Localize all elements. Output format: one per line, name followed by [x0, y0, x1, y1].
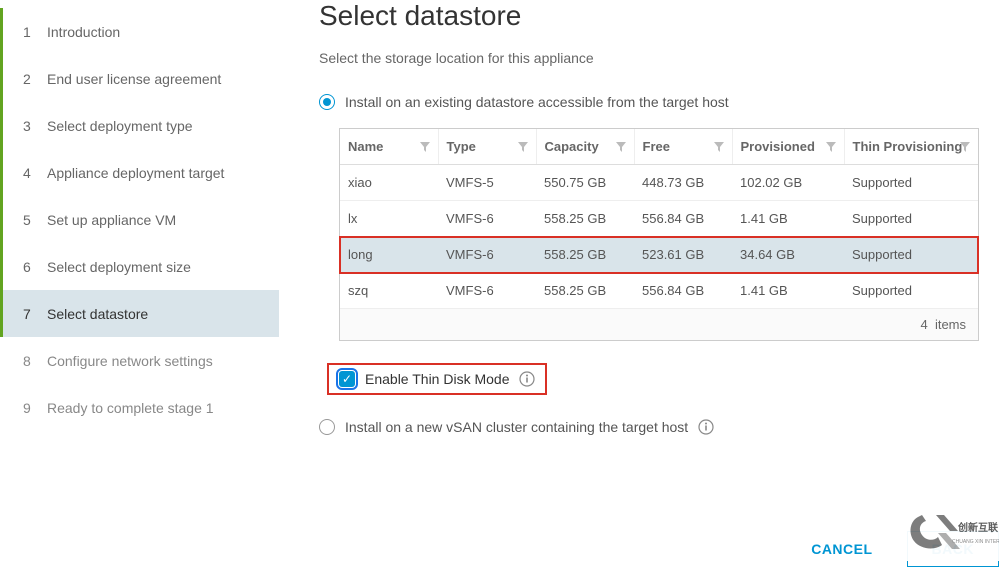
cell-thin: Supported	[844, 165, 978, 201]
col-name[interactable]: Name	[340, 129, 438, 165]
wizard-step-4[interactable]: 4 Appliance deployment target	[0, 149, 279, 196]
step-number: 6	[23, 259, 41, 275]
wizard-step-1[interactable]: 1 Introduction	[0, 8, 279, 55]
back-button[interactable]: BACK	[907, 531, 999, 567]
page-subtitle: Select the storage location for this app…	[319, 50, 999, 66]
cell-type: VMFS-5	[438, 165, 536, 201]
step-label: Select deployment type	[47, 118, 193, 134]
radio-unselected-icon[interactable]	[319, 419, 335, 435]
item-count: 4	[920, 317, 927, 332]
thin-disk-option[interactable]: ✓ Enable Thin Disk Mode	[327, 363, 547, 395]
cell-provisioned: 102.02 GB	[732, 165, 844, 201]
filter-icon[interactable]	[960, 142, 970, 152]
wizard-step-5[interactable]: 5 Set up appliance VM	[0, 196, 279, 243]
step-number: 1	[23, 24, 41, 40]
step-number: 2	[23, 71, 41, 87]
page-title: Select datastore	[319, 0, 999, 32]
cell-name: szq	[340, 273, 438, 309]
cell-free: 523.61 GB	[634, 237, 732, 273]
checkbox-checked-icon[interactable]: ✓	[339, 371, 355, 387]
cell-type: VMFS-6	[438, 273, 536, 309]
cell-capacity: 558.25 GB	[536, 237, 634, 273]
wizard-step-7[interactable]: 7 Select datastore	[0, 290, 279, 337]
cell-capacity: 550.75 GB	[536, 165, 634, 201]
wizard-step-3[interactable]: 3 Select deployment type	[0, 102, 279, 149]
table-row[interactable]: longVMFS-6558.25 GB523.61 GB34.64 GBSupp…	[340, 237, 978, 273]
table-row[interactable]: lxVMFS-6558.25 GB556.84 GB1.41 GBSupport…	[340, 201, 978, 237]
table-footer: 4 items	[340, 309, 978, 340]
option-install-vsan[interactable]: Install on a new vSAN cluster containing…	[319, 419, 999, 435]
wizard-sidebar: 1 Introduction 2 End user license agreement…	[0, 0, 279, 579]
table-row[interactable]: szqVMFS-6558.25 GB556.84 GB1.41 GBSuppor…	[340, 273, 978, 309]
cell-name: lx	[340, 201, 438, 237]
col-free[interactable]: Free	[634, 129, 732, 165]
cell-type: VMFS-6	[438, 237, 536, 273]
cancel-button[interactable]: CANCEL	[797, 531, 886, 567]
step-number: 8	[23, 353, 41, 369]
filter-icon[interactable]	[616, 142, 626, 152]
option-install-existing[interactable]: Install on an existing datastore accessi…	[319, 94, 999, 110]
info-icon[interactable]	[698, 419, 714, 435]
col-thin[interactable]: Thin Provisioning	[844, 129, 978, 165]
col-type[interactable]: Type	[438, 129, 536, 165]
table-header-row: Name Type Capacity Free Provisioned Thin…	[340, 129, 978, 165]
step-number: 3	[23, 118, 41, 134]
datastore-table: Name Type Capacity Free Provisioned Thin…	[339, 128, 979, 341]
cell-type: VMFS-6	[438, 201, 536, 237]
cell-free: 556.84 GB	[634, 201, 732, 237]
wizard-step-8[interactable]: 8 Configure network settings	[0, 337, 279, 384]
step-label: Ready to complete stage 1	[47, 400, 214, 416]
cell-thin: Supported	[844, 237, 978, 273]
wizard-step-2[interactable]: 2 End user license agreement	[0, 55, 279, 102]
wizard-step-6[interactable]: 6 Select deployment size	[0, 243, 279, 290]
cell-provisioned: 34.64 GB	[732, 237, 844, 273]
filter-icon[interactable]	[826, 142, 836, 152]
cell-free: 556.84 GB	[634, 273, 732, 309]
step-number: 5	[23, 212, 41, 228]
step-label: End user license agreement	[47, 71, 221, 87]
step-number: 4	[23, 165, 41, 181]
step-label: Configure network settings	[47, 353, 213, 369]
col-provisioned[interactable]: Provisioned	[732, 129, 844, 165]
cell-thin: Supported	[844, 201, 978, 237]
filter-icon[interactable]	[420, 142, 430, 152]
cell-name: long	[340, 237, 438, 273]
item-label: items	[935, 317, 966, 332]
cell-provisioned: 1.41 GB	[732, 201, 844, 237]
info-icon[interactable]	[519, 371, 535, 387]
wizard-step-9[interactable]: 9 Ready to complete stage 1	[0, 384, 279, 431]
cell-provisioned: 1.41 GB	[732, 273, 844, 309]
filter-icon[interactable]	[714, 142, 724, 152]
step-label: Set up appliance VM	[47, 212, 176, 228]
wizard-actions: CANCEL BACK	[797, 531, 999, 567]
thin-disk-label: Enable Thin Disk Mode	[365, 371, 509, 387]
step-label: Introduction	[47, 24, 120, 40]
cell-name: xiao	[340, 165, 438, 201]
step-number: 9	[23, 400, 41, 416]
option-install-vsan-label: Install on a new vSAN cluster containing…	[345, 419, 688, 435]
cell-capacity: 558.25 GB	[536, 273, 634, 309]
step-label: Appliance deployment target	[47, 165, 224, 181]
cell-free: 448.73 GB	[634, 165, 732, 201]
step-number: 7	[23, 306, 41, 322]
col-capacity[interactable]: Capacity	[536, 129, 634, 165]
step-label: Select deployment size	[47, 259, 191, 275]
cell-thin: Supported	[844, 273, 978, 309]
step-label: Select datastore	[47, 306, 148, 322]
radio-selected-icon[interactable]	[319, 94, 335, 110]
option-install-existing-label: Install on an existing datastore accessi…	[345, 94, 729, 110]
main-content: Select datastore Select the storage loca…	[279, 0, 999, 579]
cell-capacity: 558.25 GB	[536, 201, 634, 237]
filter-icon[interactable]	[518, 142, 528, 152]
table-row[interactable]: xiaoVMFS-5550.75 GB448.73 GB102.02 GBSup…	[340, 165, 978, 201]
